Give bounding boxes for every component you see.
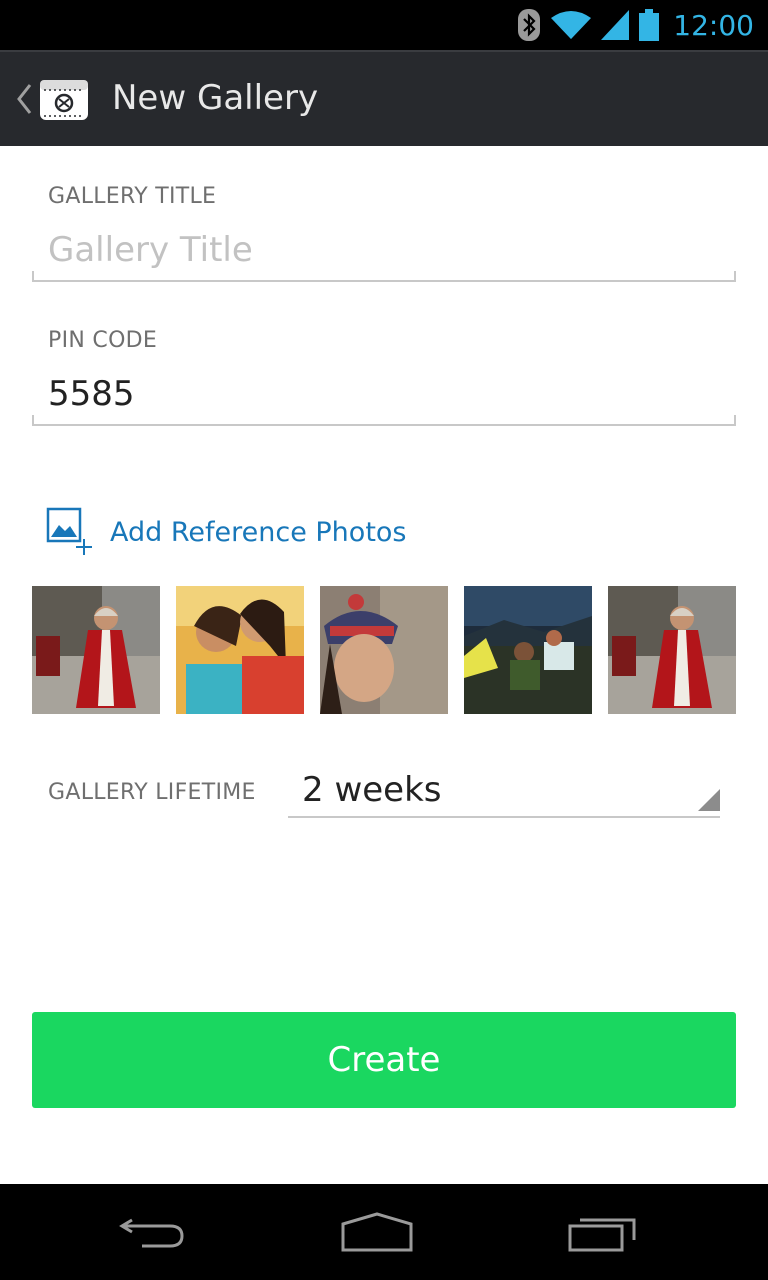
pin-code-label: PIN CODE [48, 328, 158, 353]
pin-code-field [32, 366, 736, 426]
wifi-icon [551, 10, 592, 40]
signal-icon [601, 10, 630, 40]
page-title: New Gallery [112, 78, 319, 118]
gallery-lifetime-spinner[interactable]: 2 weeks [288, 764, 720, 818]
gallery-lifetime-value: 2 weeks [302, 770, 442, 810]
clock: 12:00 [673, 8, 754, 42]
add-reference-photos-button[interactable]: Add Reference Photos [46, 505, 407, 560]
photo-man-in-red-robe[interactable] [608, 586, 736, 714]
action-bar: New Gallery [0, 50, 768, 146]
recent-apps-icon[interactable] [566, 1210, 638, 1259]
home-icon[interactable] [340, 1210, 414, 1259]
add-image-icon [46, 505, 94, 560]
navigation-bar [0, 1184, 768, 1280]
gallery-title-field [32, 222, 736, 282]
spinner-corner-icon [698, 789, 720, 816]
bluetooth-icon [517, 9, 541, 41]
gallery-title-label: GALLERY TITLE [48, 184, 217, 209]
up-caret-icon[interactable] [14, 82, 34, 121]
back-icon[interactable] [118, 1210, 188, 1259]
reference-photos-strip [32, 586, 736, 714]
status-bar: 12:00 [0, 0, 768, 50]
photo-two-women-smiling[interactable] [176, 586, 304, 714]
photo-people-with-tent-at-night[interactable] [464, 586, 592, 714]
gallery-title-input[interactable] [48, 222, 718, 278]
add-reference-photos-label: Add Reference Photos [110, 517, 407, 548]
pin-code-input[interactable] [48, 366, 718, 422]
gallery-lifetime-label: GALLERY LIFETIME [48, 780, 256, 805]
create-button[interactable]: Create [32, 1012, 736, 1108]
gallery-app-icon[interactable] [38, 76, 90, 127]
photo-woman-in-beanie[interactable] [320, 586, 448, 714]
photo-man-in-red-robe[interactable] [32, 586, 160, 714]
battery-icon [639, 9, 660, 41]
